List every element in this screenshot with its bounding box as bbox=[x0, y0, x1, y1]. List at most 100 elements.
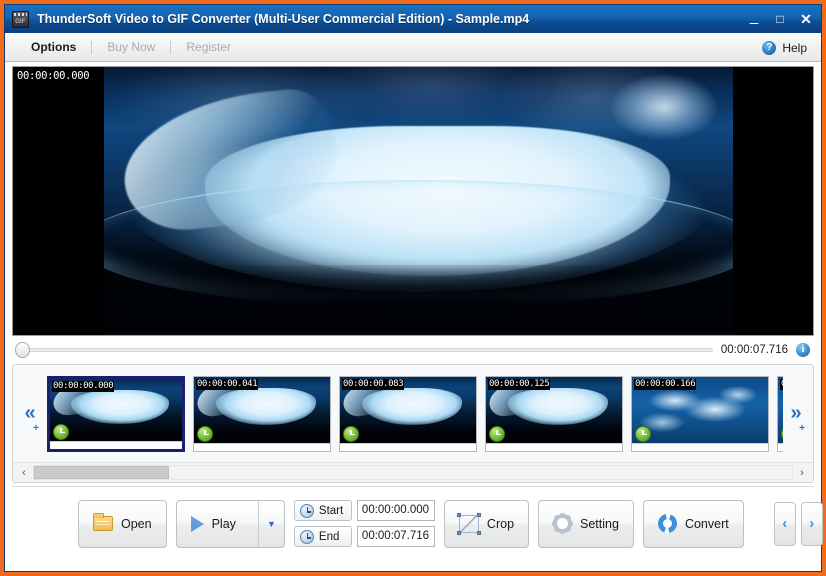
scroll-left-icon[interactable]: ‹ bbox=[15, 465, 33, 481]
thumb-space-region bbox=[50, 423, 182, 440]
setting-button[interactable]: Setting bbox=[538, 500, 634, 548]
window-title: ThunderSoft Video to GIF Converter (Mult… bbox=[37, 12, 529, 26]
seek-slider-handle[interactable] bbox=[15, 342, 30, 358]
start-time-input[interactable]: 00:00:00.000 bbox=[357, 500, 435, 521]
info-circle-icon[interactable]: i bbox=[796, 343, 810, 357]
thumbnail-footer bbox=[340, 443, 476, 451]
thumbnail-strip-row: « + 00:00:00.000 bbox=[13, 365, 813, 462]
open-button[interactable]: Open bbox=[78, 500, 167, 548]
thumbnail-item[interactable]: 00:00:00.125 bbox=[485, 376, 623, 452]
end-time-input[interactable]: 00:00:07.716 bbox=[357, 526, 435, 547]
thumbnail-wrapper: 00:00:00.041 bbox=[189, 376, 335, 452]
play-main-area[interactable]: Play bbox=[177, 501, 250, 547]
menu-separator bbox=[170, 41, 171, 54]
menu-item-options[interactable]: Options bbox=[23, 40, 84, 54]
thumb-ice-mass bbox=[71, 390, 169, 425]
play-label: Play bbox=[212, 517, 236, 531]
window-body: 00:00:00.000 00:00:07.716 i « + bbox=[5, 62, 821, 571]
crop-button[interactable]: Crop bbox=[444, 500, 529, 548]
preview-timecode: 00:00:00.000 bbox=[16, 70, 90, 83]
seek-bar-row: 00:00:07.716 i bbox=[12, 336, 814, 364]
convert-button[interactable]: Convert bbox=[643, 500, 744, 548]
play-dropdown-button[interactable]: ▼ bbox=[258, 501, 284, 547]
clock-icon bbox=[300, 530, 314, 544]
clock-badge-icon[interactable] bbox=[635, 426, 651, 442]
refresh-circle-icon bbox=[658, 514, 677, 533]
crop-frame-icon bbox=[459, 515, 479, 533]
thumbnail-item[interactable]: 00:00:00.083 bbox=[339, 376, 477, 452]
thumb-space-region bbox=[194, 424, 330, 442]
start-label: Start bbox=[319, 505, 343, 517]
nav-prev-button[interactable]: ‹ bbox=[774, 502, 796, 546]
video-preview[interactable]: 00:00:00.000 bbox=[12, 66, 814, 336]
thumbnail-wrapper: 00:00:00.166 bbox=[627, 376, 773, 452]
clock-badge-icon[interactable] bbox=[53, 424, 69, 440]
setting-label: Setting bbox=[580, 517, 619, 531]
thumbnail-scrollbar[interactable]: ‹ › bbox=[13, 462, 813, 482]
open-label: Open bbox=[121, 517, 152, 531]
add-marker-right-icon: + bbox=[799, 423, 805, 434]
thumbnail-item[interactable]: 00:00:00.041 bbox=[193, 376, 331, 452]
thumbnail-timecode: 00:00:00.041 bbox=[196, 379, 258, 390]
thumbnail-footer bbox=[194, 443, 330, 451]
minimize-button[interactable]: _ bbox=[747, 10, 761, 23]
help-label: Help bbox=[782, 41, 807, 55]
play-triangle-icon bbox=[191, 516, 204, 532]
thumbnail-wrapper: 00:00:00.000 bbox=[43, 376, 189, 452]
start-time-row: Start 00:00:00.000 bbox=[294, 500, 435, 521]
folder-icon bbox=[93, 516, 113, 531]
thumbnail-wrapper: 00:00:00.2 bbox=[773, 376, 783, 452]
chevron-double-right-icon: » bbox=[790, 402, 801, 425]
thumbnail-timecode: 00:00:00.166 bbox=[634, 379, 696, 390]
add-marker-left-icon: + bbox=[33, 423, 39, 434]
start-button[interactable]: Start bbox=[294, 500, 352, 521]
thumb-ice-mass bbox=[508, 388, 609, 425]
thumbnail-timecode: 00:00:00.125 bbox=[488, 379, 550, 390]
question-circle-icon: ? bbox=[762, 41, 776, 55]
thumb-ice-mass bbox=[216, 388, 317, 425]
thumbnail-item[interactable]: 00:00:00.166 bbox=[631, 376, 769, 452]
help-button[interactable]: ? Help bbox=[762, 33, 807, 62]
thumb-space-region bbox=[486, 424, 622, 442]
window-controls: _ □ ✕ bbox=[747, 5, 813, 33]
thumbnail-strip-panel: « + 00:00:00.000 bbox=[12, 364, 814, 483]
chevron-double-left-icon: « bbox=[24, 402, 35, 425]
scrollbar-track[interactable] bbox=[33, 465, 793, 480]
menu-separator bbox=[91, 41, 92, 54]
total-duration-label: 00:00:07.716 bbox=[721, 344, 788, 356]
scroll-right-icon[interactable]: › bbox=[793, 465, 811, 481]
nav-next-button[interactable]: › bbox=[801, 502, 823, 546]
thumb-space-region bbox=[340, 424, 476, 442]
end-button[interactable]: End bbox=[294, 526, 352, 547]
menu-item-register[interactable]: Register bbox=[178, 40, 239, 54]
clock-badge-icon[interactable] bbox=[343, 426, 359, 442]
end-label: End bbox=[319, 531, 339, 543]
window-frame: GIF ThunderSoft Video to GIF Converter (… bbox=[4, 4, 822, 572]
thumbnail-wrapper: 00:00:00.083 bbox=[335, 376, 481, 452]
crop-label: Crop bbox=[487, 517, 514, 531]
time-range-fields: Start 00:00:00.000 End 00:00:07.716 bbox=[294, 500, 435, 547]
strip-next-arrow-button[interactable]: » + bbox=[783, 365, 809, 462]
clock-badge-icon[interactable] bbox=[197, 426, 213, 442]
end-time-row: End 00:00:07.716 bbox=[294, 526, 435, 547]
video-frame-image bbox=[104, 67, 733, 335]
clock-badge-icon[interactable] bbox=[489, 426, 505, 442]
gif-icon-label: GIF bbox=[13, 19, 28, 26]
chevron-down-icon: ▼ bbox=[267, 519, 276, 529]
clock-icon bbox=[300, 504, 314, 518]
thumbnail-list[interactable]: 00:00:00.000 bbox=[43, 365, 783, 462]
bottom-toolbar: Open Play ▼ Start bbox=[12, 486, 814, 560]
thumbnail-footer bbox=[50, 441, 182, 449]
strip-prev-arrow-button[interactable]: « + bbox=[17, 365, 43, 462]
scrollbar-thumb[interactable] bbox=[34, 466, 169, 479]
title-bar[interactable]: GIF ThunderSoft Video to GIF Converter (… bbox=[5, 5, 821, 33]
navigation-buttons: ‹ › bbox=[774, 502, 823, 546]
menu-item-buy-now[interactable]: Buy Now bbox=[99, 40, 163, 54]
seek-slider[interactable] bbox=[28, 348, 713, 352]
thumbnail-timecode: 00:00:00.000 bbox=[52, 381, 114, 392]
thumbnail-item[interactable]: 00:00:00.000 bbox=[47, 376, 185, 452]
close-button[interactable]: ✕ bbox=[799, 13, 813, 26]
gear-icon bbox=[553, 514, 572, 533]
play-button[interactable]: Play ▼ bbox=[176, 500, 285, 548]
maximize-button[interactable]: □ bbox=[773, 13, 787, 26]
